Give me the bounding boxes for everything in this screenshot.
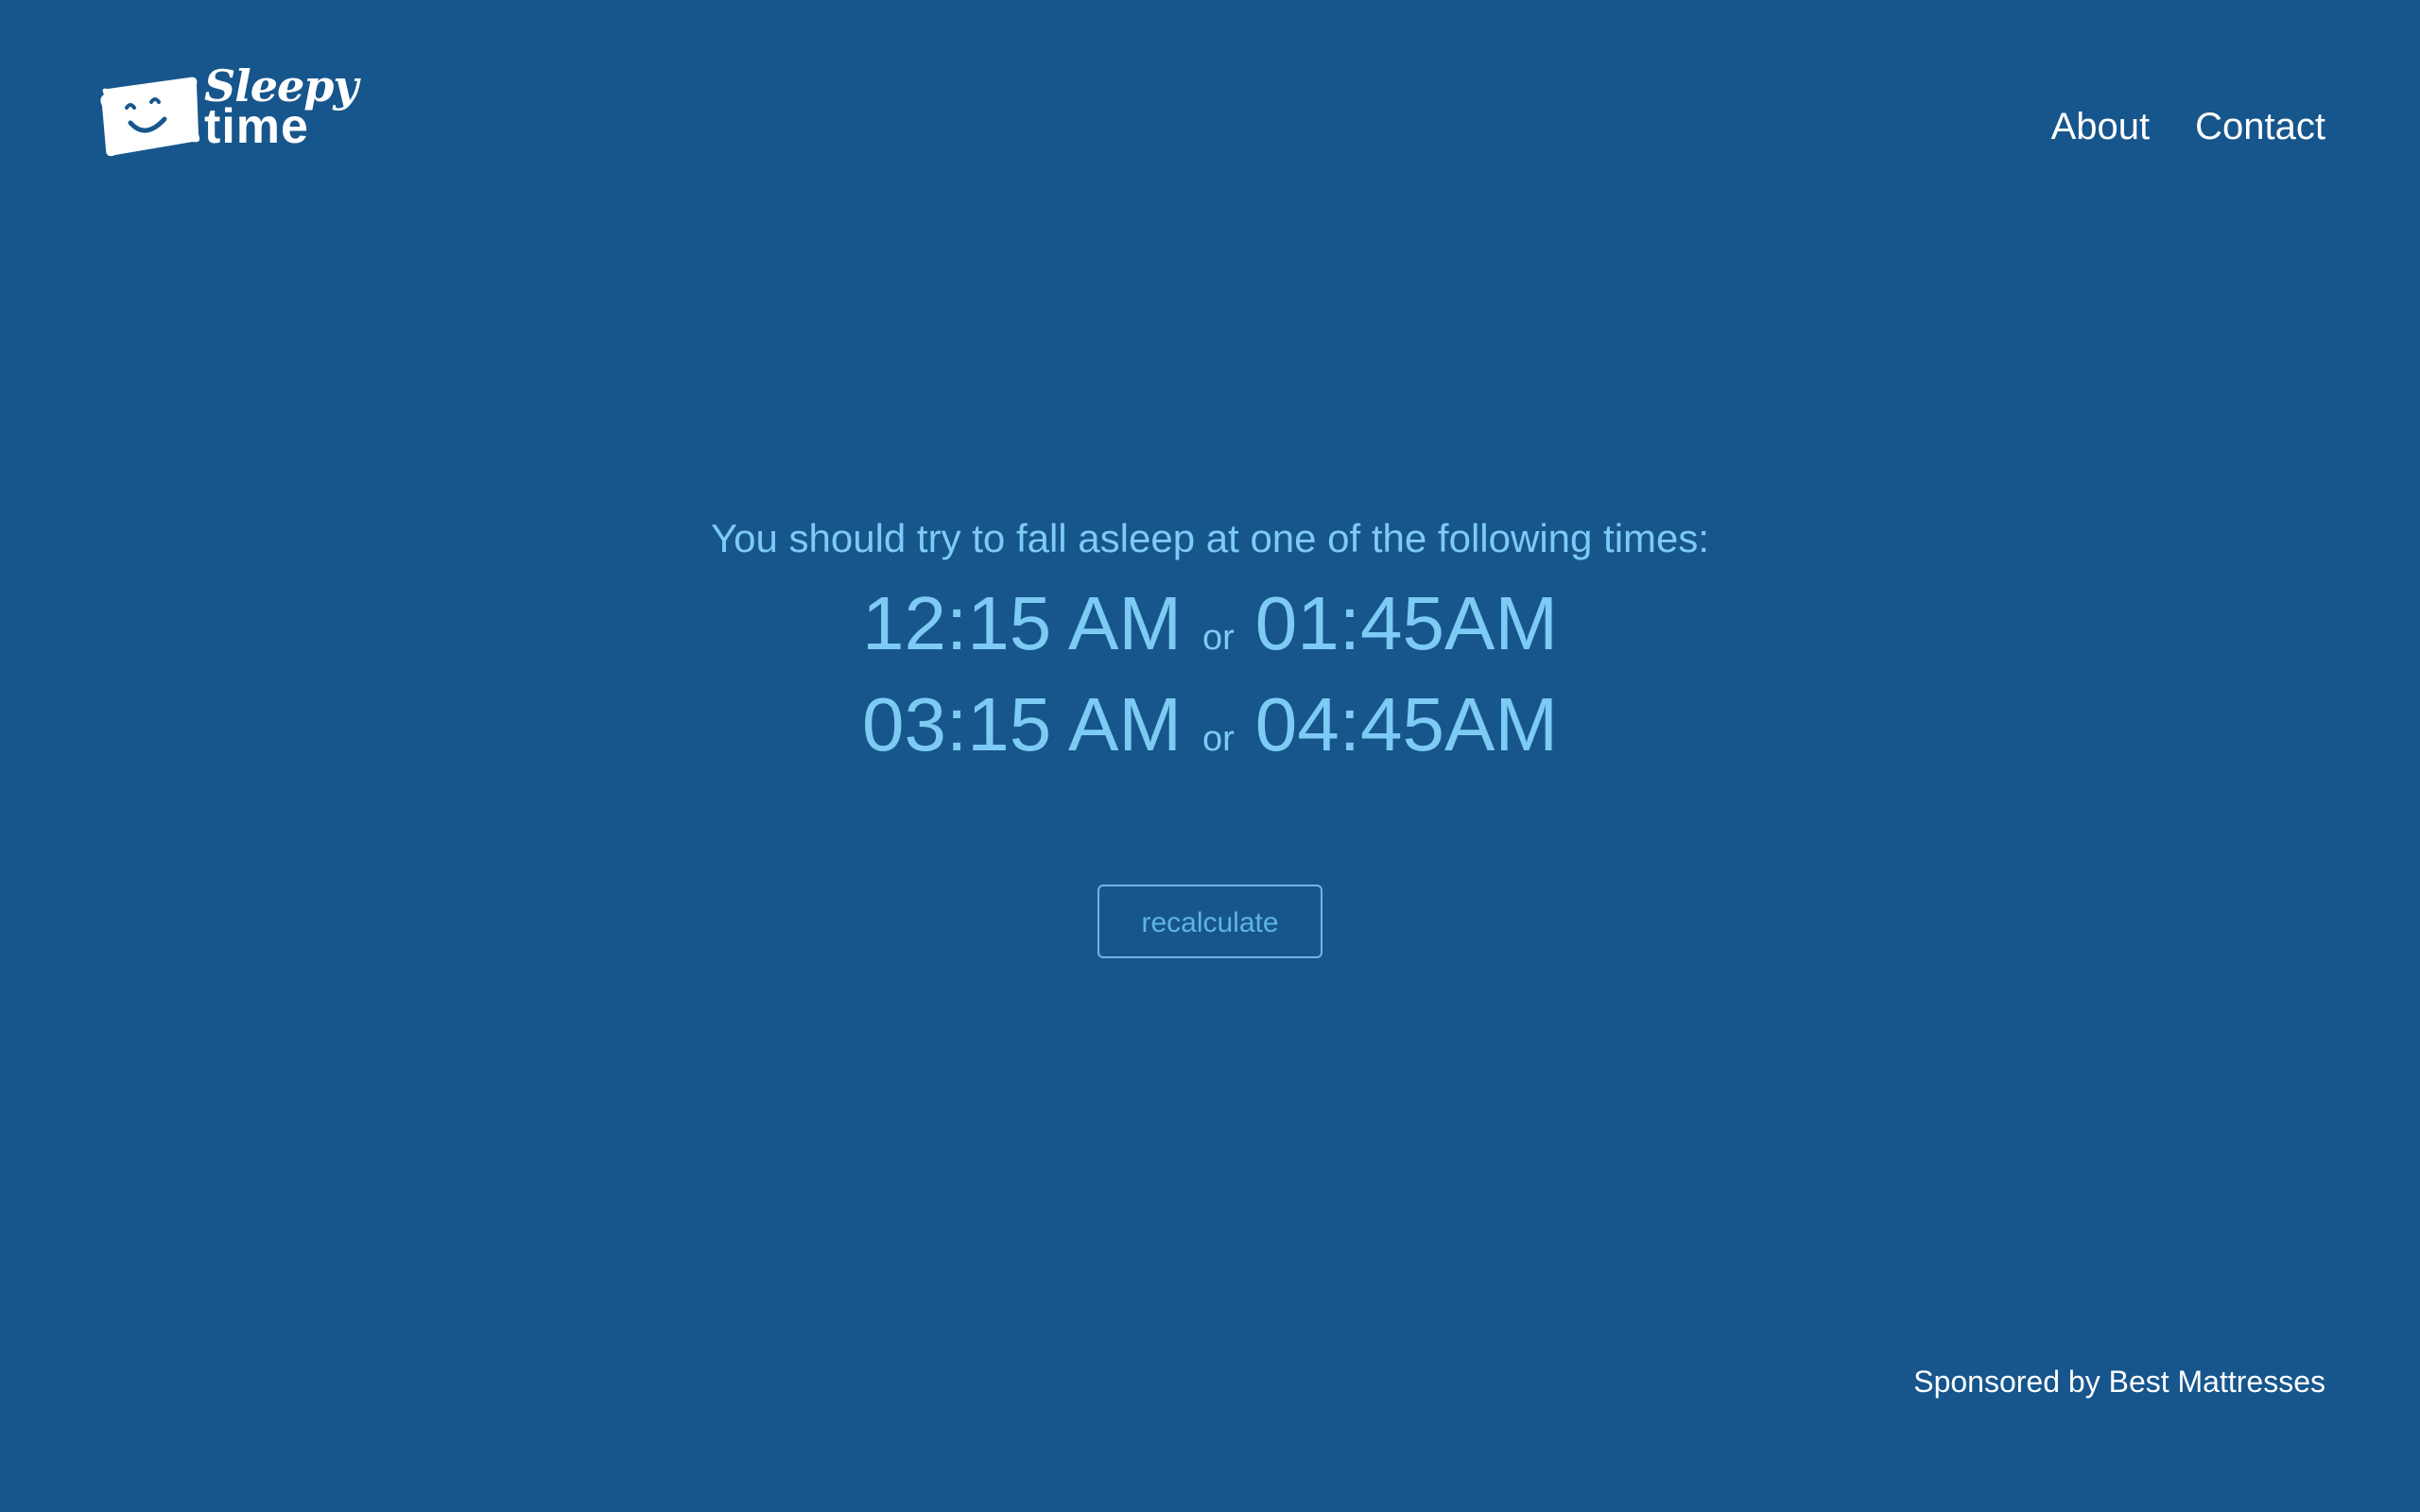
sleep-time: 12:15 AM: [861, 581, 1182, 665]
or-separator: or: [1202, 618, 1235, 658]
top-nav: About Contact: [2051, 106, 2325, 148]
page: Sleepy time About Contact You should try…: [0, 0, 2420, 1512]
results-headline: You should try to fall asleep at one of …: [710, 516, 1710, 560]
logo[interactable]: Sleepy time: [98, 64, 358, 159]
nav-contact-link[interactable]: Contact: [2195, 106, 2325, 148]
sleep-time: 04:45AM: [1254, 682, 1558, 766]
time-row: 03:15 AM or 04:45AM: [0, 681, 2420, 782]
nav-about-link[interactable]: About: [2051, 106, 2151, 148]
or-separator: or: [1202, 719, 1235, 759]
logo-text: Sleepy time: [204, 64, 358, 151]
pillow-smile-icon: [98, 74, 202, 159]
sleep-times: 12:15 AM or 01:45AM 03:15 AM or 04:45AM: [0, 580, 2420, 782]
sponsor-link[interactable]: Sponsored by Best Mattresses: [1913, 1365, 2325, 1400]
recalculate-button[interactable]: recalculate: [1098, 885, 1322, 958]
sleep-time: 01:45AM: [1254, 581, 1558, 665]
sleep-time: 03:15 AM: [861, 682, 1182, 766]
results-section: You should try to fall asleep at one of …: [0, 510, 2420, 958]
time-row: 12:15 AM or 01:45AM: [0, 580, 2420, 681]
